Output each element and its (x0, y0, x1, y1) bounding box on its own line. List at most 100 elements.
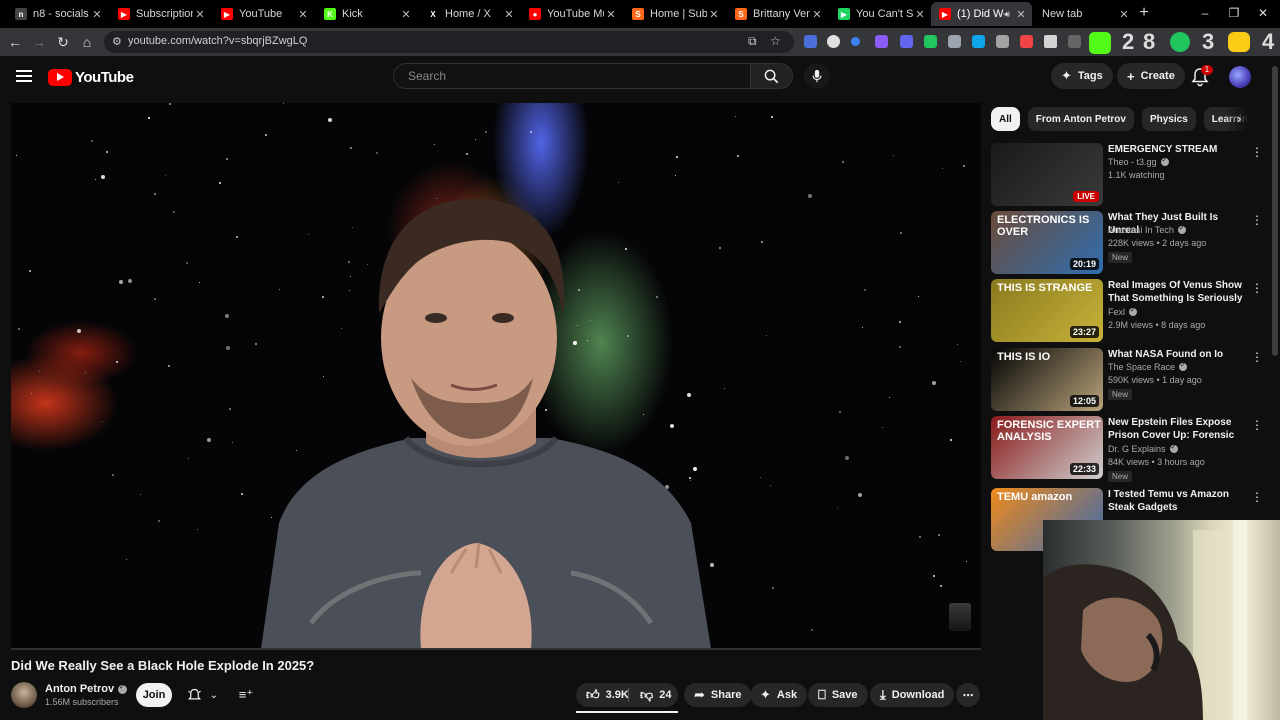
kick-extension-icon[interactable] (1089, 32, 1111, 54)
url-text[interactable]: youtube.com/watch?v=sbqrjBZwgLQ (128, 35, 307, 47)
create-button[interactable]: + Create (1117, 63, 1185, 89)
add-to-playlist-icon[interactable]: ≡⁺ (236, 683, 256, 707)
page-scrollbar[interactable] (1272, 66, 1278, 356)
account-avatar[interactable] (1229, 66, 1251, 88)
download-button[interactable]: ⤓ Download (870, 683, 955, 707)
recommended-channel[interactable]: Theo - t3.gg (1108, 156, 1169, 167)
extension-icon[interactable] (1020, 35, 1033, 48)
filter-chip[interactable]: From Anton Petrov (1027, 107, 1134, 131)
extension-counter[interactable]: 3 (1202, 30, 1214, 54)
extension-icon[interactable] (924, 35, 937, 48)
address-bar[interactable]: ⚙ youtube.com/watch?v=sbqrjBZwgLQ ⧉ ☆ (104, 31, 794, 53)
video-player[interactable] (11, 103, 981, 649)
recommended-title[interactable]: New Epstein Files Expose Prison Cover Up… (1108, 416, 1244, 442)
browser-tab[interactable]: n n8 - socials ✕ (7, 2, 108, 26)
close-window-icon[interactable]: ✕ (1256, 6, 1270, 20)
extension-icon[interactable] (875, 35, 888, 48)
channel-name-text[interactable]: Anton Petrov (45, 683, 114, 695)
more-vertical-icon[interactable]: ⋮ (1251, 350, 1263, 364)
tab-close-icon[interactable]: ✕ (296, 8, 310, 21)
tab-close-icon[interactable]: ✕ (810, 8, 824, 21)
tab-close-icon[interactable]: ✕ (913, 8, 927, 21)
tab-close-icon[interactable]: ✕ (1117, 8, 1131, 21)
bookmark-star-icon[interactable]: ☆ (770, 34, 781, 48)
reload-icon[interactable]: ↻ (55, 34, 71, 50)
channel-watermark[interactable] (949, 603, 971, 631)
forward-icon[interactable]: → (31, 34, 47, 50)
tab-close-icon[interactable]: ✕ (707, 8, 721, 21)
browser-tab[interactable]: K Kick ✕ (316, 2, 417, 26)
extension-counter[interactable]: 8 (1143, 30, 1155, 54)
extension-icon[interactable] (996, 35, 1009, 48)
recommended-channel-name[interactable]: Anastasi In Tech (1108, 225, 1174, 235)
restore-icon[interactable]: ❐ (1227, 6, 1241, 20)
tab-close-icon[interactable]: ✕ (399, 8, 413, 21)
voice-search-button[interactable] (804, 63, 830, 89)
video-thumbnail[interactable]: LIVE (991, 143, 1103, 206)
join-button[interactable]: Join (136, 683, 172, 707)
extensions-puzzle-icon[interactable] (1044, 35, 1057, 48)
recommended-channel-name[interactable]: Dr. G Explains (1108, 444, 1166, 454)
extension-counter[interactable]: 2 (1122, 30, 1134, 54)
recommended-video[interactable]: LIVE EMERGENCY STREAMTheo - t3.gg 1.1K wat… (991, 143, 1263, 207)
more-vertical-icon[interactable]: ⋮ (1251, 213, 1263, 227)
video-thumbnail[interactable]: THIS IS STRANGE 23:27 (991, 279, 1103, 342)
extension-icon[interactable] (804, 35, 817, 48)
recommended-channel[interactable]: Anastasi In Tech (1108, 224, 1186, 235)
browser-tab[interactable]: ▶ Subscriptions -✕ (110, 2, 211, 26)
more-vertical-icon[interactable]: ⋮ (1251, 490, 1263, 504)
chevron-right-icon[interactable]: › (1237, 111, 1241, 126)
tab-close-icon[interactable]: ✕ (193, 8, 207, 21)
play-extension-icon[interactable] (1170, 32, 1190, 52)
browser-tab[interactable]: ▶ You Can't Stop✕ (830, 2, 931, 26)
extension-icon[interactable] (948, 35, 961, 48)
tab-close-icon[interactable]: ✕ (502, 8, 516, 21)
video-thumbnail[interactable]: FORENSIC EXPERT ANALYSIS 22:33 (991, 416, 1103, 479)
browser-tab[interactable]: New tab ✕ (1034, 2, 1135, 26)
browser-tab[interactable]: ● YouTube Music✕ (521, 2, 622, 26)
site-info-icon[interactable]: ⚙ (112, 35, 122, 48)
browser-tab[interactable]: ▶ (1) Did We 🔊︎ ✕ (931, 2, 1032, 26)
extension-icon[interactable] (1068, 35, 1081, 48)
search-button[interactable] (751, 63, 793, 89)
browser-tab[interactable]: ▶ YouTube ✕ (213, 2, 314, 26)
browser-tab[interactable]: X Home / X ✕ (419, 2, 520, 26)
recommended-title[interactable]: Real Images Of Venus Show That Something… (1108, 279, 1244, 305)
recommended-channel[interactable]: Dr. G Explains (1108, 443, 1178, 454)
recommended-title[interactable]: What NASA Found on Io (1108, 348, 1244, 361)
recommended-channel-name[interactable]: Theo - t3.gg (1108, 157, 1157, 167)
browser-tab[interactable]: S Home | Substa✕ (624, 2, 725, 26)
more-vertical-icon[interactable]: ⋮ (1251, 281, 1263, 295)
home-icon[interactable]: ⌂ (79, 34, 95, 50)
tab-audio-icon[interactable]: 🔊︎ (1004, 9, 1010, 20)
extension-icon[interactable] (1228, 32, 1250, 52)
recommended-channel[interactable]: Fexl (1108, 306, 1138, 317)
extension-icon[interactable] (851, 37, 860, 46)
channel-name[interactable]: Anton Petrov (45, 683, 128, 695)
install-app-icon[interactable]: ⧉ (748, 34, 757, 49)
extension-icon[interactable] (900, 35, 913, 48)
extension-counter[interactable]: 4 (1262, 30, 1274, 54)
video-progress-bar[interactable] (11, 648, 981, 650)
recommended-video[interactable]: FORENSIC EXPERT ANALYSIS 22:33 New Epstein… (991, 416, 1263, 482)
more-vertical-icon[interactable]: ⋮ (1251, 418, 1263, 432)
menu-icon[interactable] (16, 70, 32, 82)
recommended-video[interactable]: THIS IS STRANGE 23:27 Real Images Of Venus… (991, 279, 1263, 343)
search-box[interactable] (393, 63, 751, 89)
recommended-channel-name[interactable]: Fexl (1108, 307, 1125, 317)
filter-chip[interactable]: All (991, 107, 1020, 131)
youtube-logo[interactable]: YouTube (48, 69, 134, 86)
tab-close-icon[interactable]: ✕ (604, 8, 618, 21)
browser-tab[interactable]: S Brittany Venti✕ (727, 2, 828, 26)
save-button[interactable]: ⎕ Save (808, 683, 868, 707)
extension-icon[interactable] (827, 35, 840, 48)
more-actions-button[interactable]: ⋯ (956, 683, 980, 707)
tab-close-icon[interactable]: ✕ (90, 8, 104, 21)
ask-button[interactable]: ✦ Ask (750, 683, 808, 707)
recommended-title[interactable]: EMERGENCY STREAM (1108, 143, 1244, 156)
extension-icon[interactable] (972, 35, 985, 48)
notification-bell-button[interactable] (184, 683, 204, 707)
recommended-title[interactable]: I Tested Temu vs Amazon Steak Gadgets (1108, 488, 1244, 514)
recommended-video[interactable]: ELECTRONICS IS OVER 20:19 What They Just B… (991, 211, 1263, 275)
tab-close-icon[interactable]: ✕ (1014, 8, 1028, 21)
